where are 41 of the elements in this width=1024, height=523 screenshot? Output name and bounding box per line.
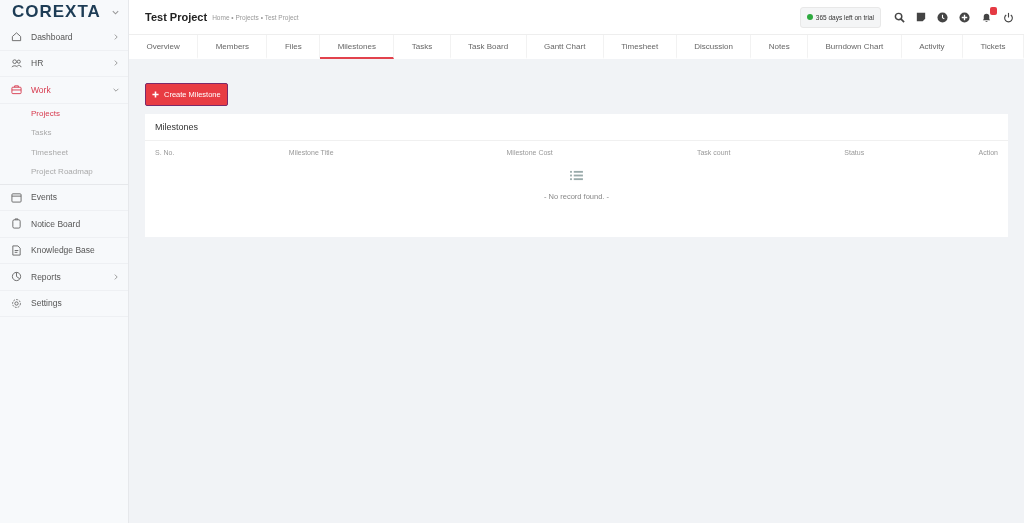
document-icon: [11, 244, 22, 256]
sidebar-item[interactable]: Events: [0, 184, 128, 211]
tab[interactable]: Members: [198, 35, 268, 59]
sidebar-subitem[interactable]: Projects: [0, 103, 128, 123]
bell-icon[interactable]: [981, 11, 992, 23]
card-title: Milestones: [145, 114, 1008, 141]
logo[interactable]: COREXTA: [12, 2, 101, 22]
tab[interactable]: Files: [267, 35, 321, 59]
power-icon[interactable]: [1003, 11, 1014, 23]
tab[interactable]: Discussion: [676, 35, 752, 59]
pie-chart-icon: [11, 271, 22, 283]
calendar-icon: [11, 191, 22, 203]
tab[interactable]: Tasks: [394, 35, 451, 59]
tab[interactable]: Overview: [129, 35, 199, 59]
add-icon[interactable]: [959, 11, 970, 23]
sidebar-item[interactable]: HR: [0, 50, 128, 77]
tab[interactable]: Task Board: [450, 35, 527, 59]
sidebar-item[interactable]: Knowledge Base: [0, 237, 128, 264]
search-icon[interactable]: [894, 11, 905, 23]
tab[interactable]: Burndown Chart: [808, 35, 902, 59]
page-title: Test Project: [145, 11, 208, 23]
sidebar-item[interactable]: Notice Board: [0, 211, 128, 238]
note-icon[interactable]: [916, 12, 926, 22]
clock-icon[interactable]: [937, 11, 948, 23]
tab[interactable]: Notes: [751, 35, 809, 59]
tab[interactable]: Timesheet: [603, 35, 677, 59]
sidebar-item[interactable]: Work: [0, 77, 128, 104]
sidebar-item[interactable]: Settings: [0, 290, 128, 317]
tab[interactable]: Tickets: [963, 35, 1024, 59]
sidebar-item[interactable]: Reports: [0, 264, 128, 291]
sidebar-item[interactable]: Dashboard: [0, 24, 128, 51]
tab[interactable]: Gantt Chart: [526, 35, 604, 59]
briefcase-icon: [11, 84, 22, 96]
people-icon: [11, 57, 22, 69]
clipboard-icon: [11, 218, 22, 230]
list-icon: [570, 170, 583, 181]
settings-icon: [11, 297, 22, 309]
home-icon: [11, 31, 22, 43]
plus-icon: [152, 91, 159, 98]
tab[interactable]: Activity: [901, 35, 963, 59]
tab[interactable]: Milestones: [320, 35, 395, 59]
